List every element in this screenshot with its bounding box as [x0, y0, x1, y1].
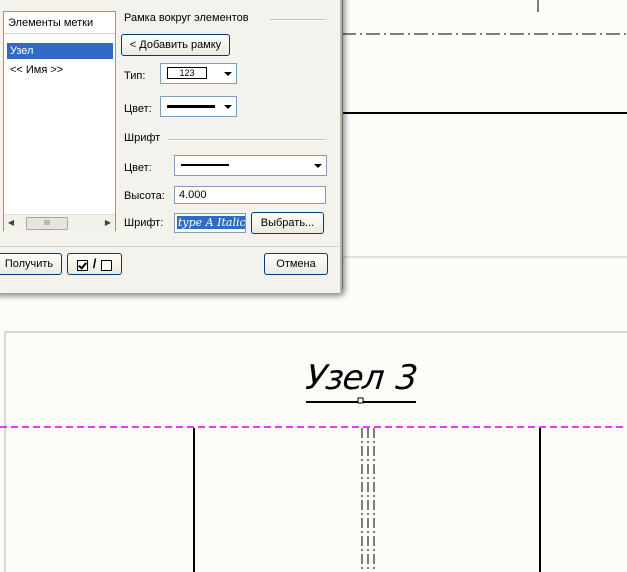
height-label: Высота: [124, 190, 165, 202]
drawing-title-word: Узел [303, 358, 386, 398]
font-group-divider [168, 139, 326, 141]
height-input[interactable]: 4.000 [174, 186, 326, 204]
horizontal-scrollbar[interactable]: ◀ III ▶ [4, 214, 115, 231]
label-settings-dialog: Элементы метки Узел << Имя >> ◀ III ▶ Ра… [0, 0, 343, 293]
elements-list-header: Элементы метки [4, 12, 115, 34]
cancel-button[interactable]: Отмена [264, 253, 328, 275]
list-item-name[interactable]: << Имя >> [7, 62, 113, 78]
frame-color-combo[interactable] [160, 96, 237, 117]
scroll-thumb[interactable]: III [26, 217, 68, 230]
font-input[interactable]: type A Italic [174, 213, 246, 233]
chevron-down-icon[interactable] [314, 163, 322, 168]
toggle-slash: / [92, 256, 97, 271]
drawing-title[interactable]: Узел 3 [304, 356, 424, 400]
line-color-sample [167, 105, 215, 108]
font-group-title: Шрифт [124, 132, 161, 144]
list-item-node[interactable]: Узел [7, 43, 113, 59]
font-color-sample [181, 164, 229, 166]
frame-type-sample: 123 [167, 67, 207, 79]
chevron-down-icon[interactable] [224, 104, 232, 109]
type-label: Тип: [124, 70, 146, 82]
elements-list-panel: Элементы метки Узел << Имя >> ◀ III ▶ [3, 11, 116, 231]
list-item-label: << Имя >> [10, 64, 64, 76]
chevron-down-icon[interactable] [224, 71, 232, 76]
frame-group-title: Рамка вокруг элементов [124, 12, 249, 24]
add-frame-button[interactable]: < Добавить рамку [121, 34, 230, 56]
unchecked-box-icon [101, 259, 113, 271]
font-label: Шрифт: [124, 217, 164, 229]
dialog-body: Элементы метки Узел << Имя >> ◀ III ▶ Ра… [0, 0, 342, 293]
font-input-selection: type A Italic [177, 216, 246, 229]
dialog-button-bar: Получить / Отмена [0, 246, 340, 278]
frame-color-label: Цвет: [124, 103, 152, 115]
scroll-left-icon[interactable]: ◀ [5, 217, 17, 229]
font-color-combo[interactable] [174, 155, 327, 176]
font-color-label: Цвет: [124, 162, 152, 174]
checked-box-icon [76, 259, 88, 271]
toggle-checkbox-button[interactable]: / [67, 253, 122, 275]
scroll-right-icon[interactable]: ▶ [102, 217, 114, 229]
frame-type-combo[interactable]: 123 [160, 63, 237, 84]
list-item-label: Узел [10, 45, 34, 57]
choose-font-button[interactable]: Выбрать... [251, 212, 324, 234]
get-button[interactable]: Получить [0, 253, 62, 275]
frame-group-divider [270, 19, 326, 21]
drawing-title-number: 3 [393, 358, 419, 398]
